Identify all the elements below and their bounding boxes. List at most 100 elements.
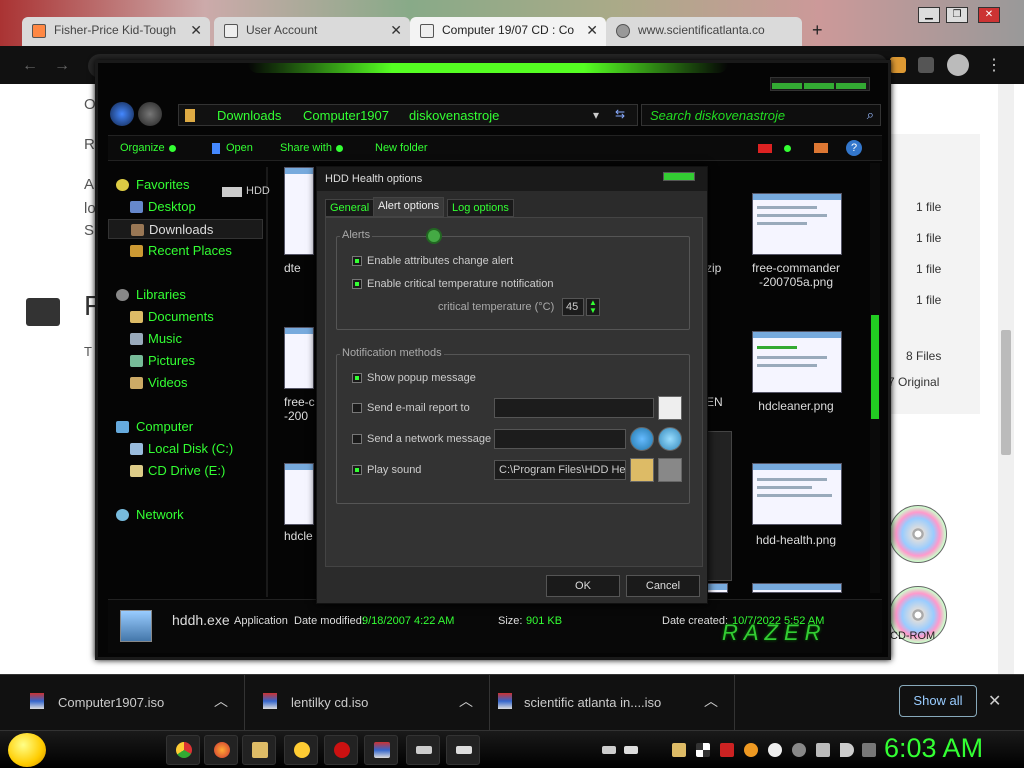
start-button[interactable] [8, 733, 46, 767]
network-test-icon[interactable] [658, 427, 682, 451]
sound-file-input[interactable]: C:\Program Files\HDD Hea [494, 460, 626, 480]
play-sound-checkbox[interactable]: Play sound [352, 464, 421, 476]
tray-drive-icon[interactable] [624, 746, 638, 754]
email-input[interactable] [494, 398, 654, 418]
explorer-window-controls[interactable] [770, 77, 870, 91]
tray-security-icon[interactable] [720, 743, 734, 757]
nav-pictures[interactable]: Pictures [108, 351, 263, 371]
open-button[interactable]: Open [212, 142, 253, 154]
search-icon[interactable]: ⌕ [867, 107, 874, 123]
taskbar-chrome[interactable] [166, 735, 200, 765]
close-tab-icon[interactable]: ✕ [586, 22, 598, 39]
explorer-address-bar[interactable]: Downloads Computer1907 diskovenastroje ▾… [178, 104, 638, 126]
tray-search-icon[interactable] [744, 743, 758, 757]
close-tab-icon[interactable]: ✕ [390, 22, 402, 39]
pane-divider[interactable] [266, 167, 268, 597]
download-item[interactable]: Computer1907.iso ︿ [0, 675, 245, 731]
new-tab-button[interactable]: + [812, 20, 823, 41]
file-thumbnail[interactable] [752, 193, 842, 255]
tray-drive-icon[interactable] [602, 746, 616, 754]
attributes-change-alert-checkbox[interactable]: Enable attributes change alert [352, 255, 513, 267]
close-tab-icon[interactable]: ✕ [190, 22, 202, 39]
dialog-close-control[interactable] [663, 172, 695, 181]
forward-arrow-icon[interactable]: → [54, 57, 70, 75]
tray-folder-icon[interactable] [672, 743, 686, 757]
file-thumbnail[interactable] [752, 331, 842, 393]
nav-cd-drive[interactable]: CD Drive (E:) [108, 461, 263, 481]
refresh-icon[interactable]: ⇆ [615, 107, 625, 121]
dialog-title-bar[interactable]: HDD Health options [317, 167, 707, 191]
view-dot-icon[interactable] [784, 145, 791, 152]
share-with-button[interactable]: Share with [280, 142, 343, 154]
network-globe-icon[interactable] [630, 427, 654, 451]
show-popup-checkbox[interactable]: Show popup message [352, 372, 476, 384]
layout-icon[interactable] [814, 143, 828, 153]
critical-temperature-input[interactable]: 45 [562, 298, 584, 316]
nav-libraries[interactable]: Libraries [108, 285, 263, 305]
close-shelf-icon[interactable]: ✕ [988, 691, 1001, 711]
taskbar-razer[interactable] [324, 735, 358, 765]
taskbar-clock[interactable]: 6:03 AM [884, 733, 983, 764]
tray-checker-icon[interactable] [696, 743, 710, 757]
chevron-up-icon[interactable]: ︿ [214, 691, 228, 711]
file-thumbnail[interactable] [706, 583, 728, 593]
file-name[interactable]: hdd-health.png [736, 533, 856, 547]
chevron-up-icon[interactable]: ︿ [704, 691, 718, 711]
file-thumbnail[interactable] [284, 167, 314, 255]
network-message-input[interactable] [494, 429, 626, 449]
address-book-icon[interactable] [658, 396, 682, 420]
restore-button[interactable]: ❐ [946, 7, 968, 23]
chevron-up-icon[interactable]: ︿ [459, 691, 473, 711]
tab-log-options[interactable]: Log options [447, 199, 514, 217]
speaker-icon[interactable] [658, 458, 682, 482]
profile-avatar[interactable] [947, 54, 969, 76]
nav-recent-places[interactable]: Recent Places [108, 241, 263, 261]
back-arrow-icon[interactable]: ← [22, 57, 38, 75]
dropdown-chevron-icon[interactable]: ▾ [593, 108, 599, 122]
taskbar-smiley[interactable] [284, 735, 318, 765]
nav-local-disk[interactable]: Local Disk (C:) [108, 439, 263, 459]
minimize-button[interactable]: ▁ [918, 7, 940, 23]
tab-alert-options[interactable]: Alert options [373, 197, 445, 217]
breadcrumb-computer1907[interactable]: Computer1907 [303, 108, 389, 123]
download-item[interactable]: scientific atlanta in....iso ︿ [490, 675, 735, 731]
send-email-checkbox[interactable]: Send e-mail report to [352, 402, 470, 414]
taskbar-explorer[interactable] [242, 735, 276, 765]
help-icon[interactable]: ? [846, 140, 862, 156]
side-panel-icon[interactable] [918, 57, 934, 73]
organize-button[interactable]: Organize [120, 142, 176, 154]
network-tray-icon[interactable] [816, 743, 830, 757]
forward-circle-icon[interactable] [138, 102, 162, 126]
file-thumbnail[interactable] [752, 583, 842, 593]
more-menu-icon[interactable]: ⋮ [986, 55, 1002, 75]
file-grid-scroll-thumb[interactable] [871, 315, 879, 419]
taskbar-drive-2[interactable] [446, 735, 480, 765]
breadcrumb-diskovenastroje[interactable]: diskovenastroje [409, 108, 499, 123]
preview-pane-icon[interactable] [758, 144, 772, 153]
tray-update-icon[interactable] [792, 743, 806, 757]
volume-icon[interactable] [840, 743, 854, 757]
nav-desktop[interactable]: Desktop [108, 197, 263, 217]
cd-disc-icon[interactable] [889, 505, 947, 563]
back-circle-icon[interactable] [110, 102, 134, 126]
tab-fisher-price[interactable]: Fisher-Price Kid-Tough ✕ [22, 17, 210, 46]
temperature-spinner[interactable]: ▲ ▼ [586, 298, 600, 316]
new-folder-button[interactable]: New folder [375, 142, 428, 154]
ok-button[interactable]: OK [546, 575, 620, 597]
extension-icon[interactable] [890, 57, 906, 73]
nav-documents[interactable]: Documents [108, 307, 263, 327]
tray-status-icon[interactable] [768, 743, 782, 757]
nav-network[interactable]: Network [108, 505, 263, 525]
taskbar-firefox[interactable] [204, 735, 238, 765]
file-tile-partial[interactable] [706, 431, 732, 581]
nav-videos[interactable]: Videos [108, 373, 263, 393]
file-thumbnail[interactable] [284, 463, 314, 525]
file-name[interactable]: hdcleaner.png [736, 399, 856, 413]
nav-downloads[interactable]: Downloads [108, 219, 263, 239]
taskbar-drive[interactable] [406, 735, 440, 765]
file-thumbnail[interactable] [752, 463, 842, 525]
critical-temperature-checkbox[interactable]: Enable critical temperature notification [352, 278, 553, 290]
nav-music[interactable]: Music [108, 329, 263, 349]
taskbar-winrar[interactable] [364, 735, 398, 765]
send-network-message-checkbox[interactable]: Send a network message [352, 433, 491, 445]
